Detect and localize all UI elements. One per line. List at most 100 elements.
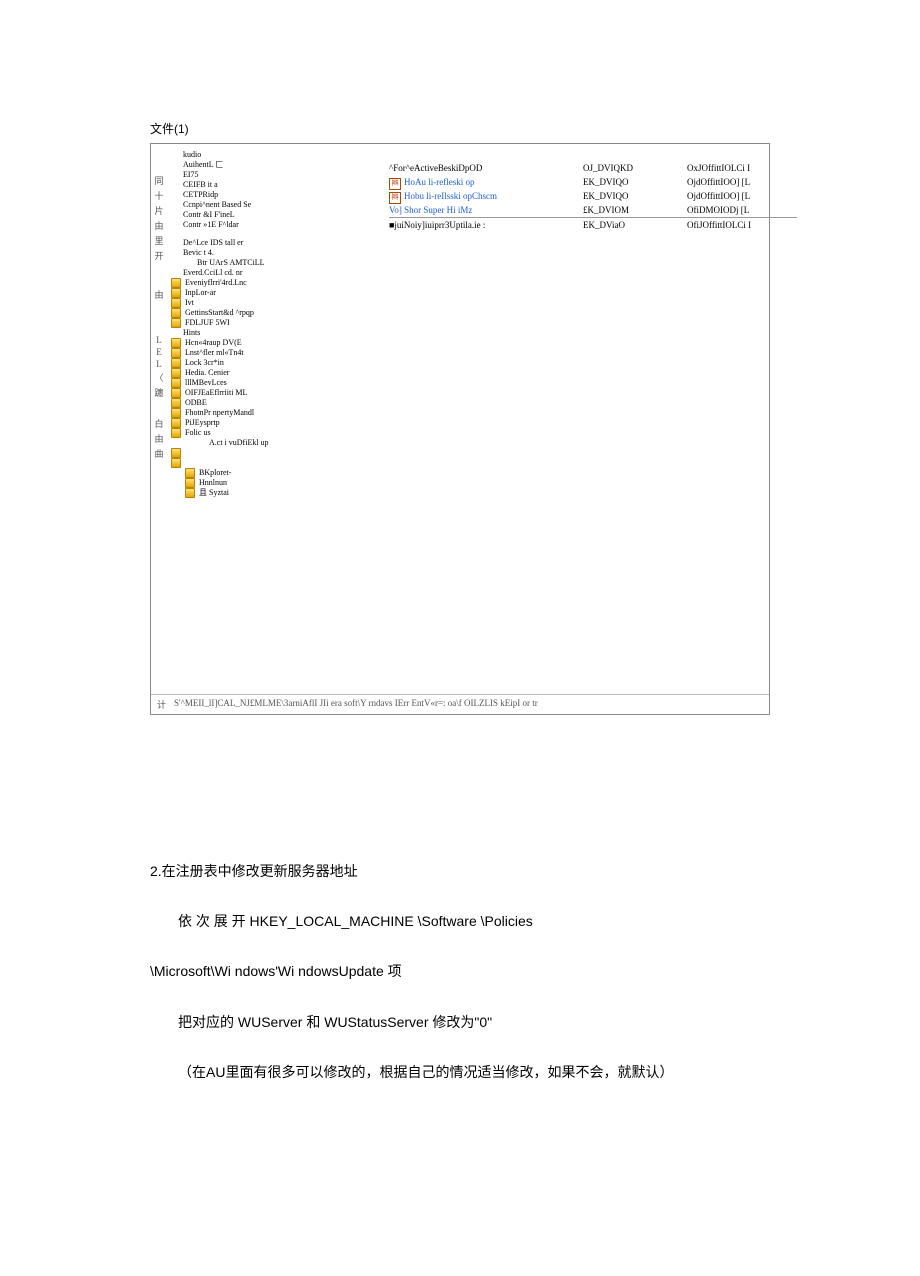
tree-node[interactable] [171, 230, 373, 238]
tree-node[interactable]: Lnst^fler ml«Tn4t [171, 348, 373, 358]
tree-node[interactable]: ODBE [171, 398, 373, 408]
tree-node[interactable]: AuihentL 匚 [171, 160, 373, 170]
folder-icon [171, 278, 181, 288]
tree-node-label: 且 Syztai [199, 488, 229, 498]
value-row[interactable]: 辫HoAu li-refleski op EK_DVIQO OjdOffittI… [389, 176, 797, 190]
tree-node[interactable]: De^Lce IDS tall er [171, 238, 373, 248]
tree-node-label: Lnst^fler ml«Tn4t [185, 348, 244, 358]
tree-node-label: AuihentL 匚 [183, 160, 223, 170]
spacer-icon [171, 211, 179, 219]
tree-node-label: Hnnlnun [199, 478, 227, 488]
gutter-char: 曲 [154, 447, 163, 460]
tree-node[interactable]: Folic us [171, 428, 373, 438]
tree-node[interactable]: Eveniyflrri'4rd.Lnc [171, 278, 373, 288]
spacer-icon [171, 171, 179, 179]
spacer-icon [171, 201, 179, 209]
folder-icon [171, 308, 181, 318]
tree-gutter: 同 十 片 由 里 开 由 L E L 〈 躔 白 由 曲 [151, 144, 167, 714]
folder-icon [171, 448, 181, 458]
tree-node[interactable]: Bevic t 4. [171, 248, 373, 258]
tree-node-label: Ccnpi^nent Based Se [183, 200, 251, 210]
folder-icon [185, 468, 195, 478]
tree-node-label: A.ct i vuDfiEkl up [209, 438, 269, 448]
tree-node[interactable]: Ivt [171, 298, 373, 308]
spacer-icon [171, 181, 179, 189]
string-icon: 辫 [389, 192, 401, 204]
folder-icon [171, 388, 181, 398]
folder-icon [171, 288, 181, 298]
tree-node[interactable]: PiJEysprtp [171, 418, 373, 428]
gutter-char: 十 [154, 189, 163, 202]
tree-node[interactable]: lllMBevLces [171, 378, 373, 388]
tree-node-label: lllMBevLces [185, 378, 227, 388]
gutter-char: L [156, 359, 162, 369]
value-name: Hobu li-reIlsski opChscm [404, 191, 497, 201]
gutter-char: 由 [154, 432, 163, 445]
tree-node-label: OIFJEaEflrriiti ML [185, 388, 247, 398]
spacer-icon [171, 249, 179, 257]
value-row[interactable]: ■juiNoiy]iuiprr3Uptila.ie : EK_DViaO Ofi… [389, 217, 797, 233]
folder-icon [171, 348, 181, 358]
folder-icon [171, 368, 181, 378]
gutter-char: 同 [154, 174, 163, 187]
instruction-line: \Microsoft\Wi ndows'Wi ndowsUpdate 项 [150, 955, 770, 987]
tree-node-label: FhotnPr npertyMandl [185, 408, 254, 418]
tree-node-label: FDLJUF 5WI [185, 318, 230, 328]
tree-node[interactable]: Hints [171, 328, 373, 338]
spacer-icon [197, 439, 205, 447]
tree-node[interactable]: Ccnpi^nent Based Se [171, 200, 373, 210]
tree-node[interactable]: Contr &I F'ineL [171, 210, 373, 220]
tree-node[interactable]: Everd.CciLl cd. nr [171, 268, 373, 278]
tree-node[interactable] [171, 458, 373, 468]
value-type: EK_DViaO [583, 219, 683, 233]
tree-node[interactable]: EI75 [171, 170, 373, 180]
gutter-char: 由 [154, 219, 163, 232]
tree-node-label: Btr UArS AMTCiLL [197, 258, 265, 268]
status-bar: 计 S'^MEII_lI]CAL_NJ£MLME\3arniAflI JIi e… [151, 694, 769, 714]
tree-node[interactable]: Contr »1E F^ldar [171, 220, 373, 230]
tree-node-label: Everd.CciLl cd. nr [183, 268, 243, 278]
instruction-line: （在AU里面有很多可以修改的，根据自己的情况适当修改，如果不会，就默认） [150, 1056, 770, 1088]
tree-node-label: GettinsStart&d ^rpqp [185, 308, 254, 318]
tree-node[interactable]: BKploret- [171, 468, 373, 478]
tree-node[interactable]: Hnnlnun [171, 478, 373, 488]
value-data: OfiDMOIODj [L [687, 204, 797, 218]
value-data: OjdOffittIOO] [L [687, 176, 797, 190]
value-row[interactable]: ^For^eActiveBeskiDpOD OJ_DVIQKD OxJOffit… [389, 162, 797, 176]
tree-node[interactable]: CEIFB it a [171, 180, 373, 190]
tree-node[interactable]: Hcn«4raup DV(E [171, 338, 373, 348]
spacer-icon [171, 161, 179, 169]
gutter-char: E [156, 347, 162, 357]
instruction-line: 依 次 展 开 HKEY_LOCAL_MACHINE \Software \Po… [150, 905, 770, 937]
value-row[interactable]: 辫Hobu li-reIlsski opChscm EK_DVIQO OjdOf… [389, 190, 797, 204]
tree-node[interactable]: InpLor-ar [171, 288, 373, 298]
tree-node[interactable]: GettinsStart&d ^rpqp [171, 308, 373, 318]
tree-node[interactable]: A.ct i vuDfiEkl up [171, 438, 373, 448]
tree-node-label: CEIFB it a [183, 180, 218, 190]
tree-node[interactable]: Hedia. Cenier [171, 368, 373, 378]
tree-node[interactable]: 且 Syztai [171, 488, 373, 498]
tree-node[interactable]: FhotnPr npertyMandl [171, 408, 373, 418]
tree-node-label: Hedia. Cenier [185, 368, 229, 378]
tree-node[interactable]: Lock 3cr*in [171, 358, 373, 368]
tree-node[interactable]: OIFJEaEflrriiti ML [171, 388, 373, 398]
tree-node[interactable] [171, 448, 373, 458]
value-data: OjdOffittIOO] [L [687, 190, 797, 204]
gutter-char: 〈 [154, 371, 163, 384]
registry-tree[interactable]: kudioAuihentL 匚EI75CEIFB it aCETPRidpCcn… [167, 144, 377, 714]
tree-node[interactable]: CETPRidp [171, 190, 373, 200]
tree-node[interactable]: kudio [171, 150, 373, 160]
value-name: Vo] Shor Super Hi iMz [389, 205, 472, 215]
tree-node-label: De^Lce IDS tall er [183, 238, 243, 248]
string-icon: 辫 [389, 178, 401, 190]
tree-node[interactable]: FDLJUF 5WI [171, 318, 373, 328]
tree-node-label: EI75 [183, 170, 199, 180]
registry-values-pane[interactable]: ^For^eActiveBeskiDpOD OJ_DVIQKD OxJOffit… [377, 144, 805, 714]
value-row[interactable]: Vo] Shor Super Hi iMz £K_DVIOM OfiDMOIOD… [389, 204, 797, 218]
tree-node[interactable]: Btr UArS AMTCiLL [171, 258, 373, 268]
tree-node-label: Eveniyflrri'4rd.Lnc [185, 278, 247, 288]
tree-node-label: Contr »1E F^ldar [183, 220, 239, 230]
registry-editor-screenshot: 同 十 片 由 里 开 由 L E L 〈 躔 白 由 曲 kudioAuihe… [150, 143, 770, 715]
spacer-icon [185, 259, 193, 267]
spacer-icon [171, 239, 179, 247]
